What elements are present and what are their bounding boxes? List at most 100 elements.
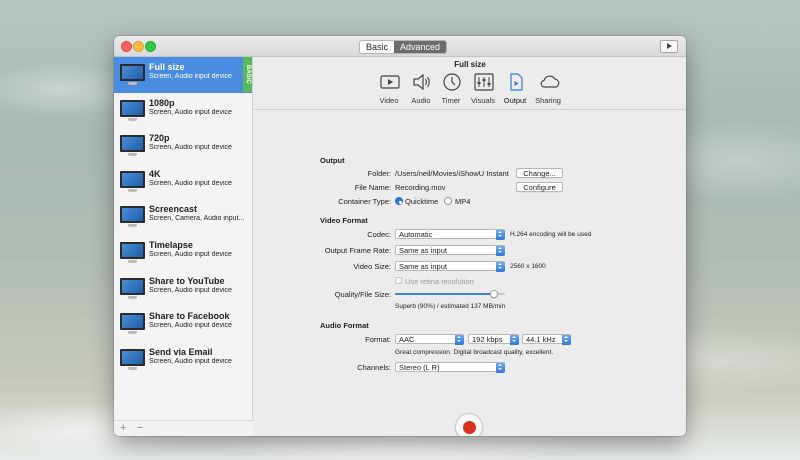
add-preset-button[interactable]: + bbox=[120, 422, 126, 434]
tab-visuals[interactable]: Visuals bbox=[466, 71, 500, 109]
remove-preset-button[interactable]: − bbox=[137, 422, 143, 434]
tab-timer[interactable]: Timer bbox=[434, 71, 468, 109]
monitor-icon bbox=[120, 99, 145, 121]
sliders-icon bbox=[474, 73, 494, 91]
preset-list: Full size Screen, Audio input device BASIC… bbox=[114, 57, 252, 377]
retina-label: Use retina resolution bbox=[405, 277, 474, 286]
preset-name: Screencast bbox=[149, 204, 198, 215]
frame-rate-label: Output Frame Rate: bbox=[324, 246, 391, 255]
zoom-button[interactable] bbox=[145, 41, 156, 52]
change-folder-button[interactable]: Change... bbox=[516, 168, 563, 178]
preset-description: Screen, Audio input device bbox=[149, 179, 232, 187]
audio-format-select[interactable]: AAC bbox=[395, 334, 464, 345]
preset-item[interactable]: Share to Facebook Screen, Audio input dev… bbox=[114, 306, 252, 342]
clock-icon bbox=[442, 73, 461, 91]
folder-label: Folder: bbox=[367, 169, 391, 178]
monitor-icon bbox=[120, 241, 145, 263]
quality-label: Quality/File Size: bbox=[334, 290, 391, 299]
preset-item[interactable]: Share to YouTube Screen, Audio input devi… bbox=[114, 271, 252, 307]
file-name-label: File Name: bbox=[354, 183, 391, 192]
preset-name: Send via Email bbox=[149, 346, 213, 357]
output-section-heading: Output bbox=[320, 156, 345, 165]
sample-rate-select[interactable]: 44.1 kHz bbox=[522, 334, 571, 345]
codec-select[interactable]: Automatic bbox=[395, 229, 505, 240]
monitor-icon bbox=[120, 348, 145, 370]
preset-name: Share to YouTube bbox=[149, 275, 225, 286]
quicktime-label: Quicktime bbox=[405, 197, 439, 206]
codec-label: Codec: bbox=[367, 230, 391, 239]
preset-description: Screen, Audio input device bbox=[149, 322, 232, 330]
title-bar: Basic Advanced bbox=[114, 36, 686, 57]
preset-title: Full size bbox=[454, 60, 486, 69]
chevron-updown-icon bbox=[495, 362, 505, 373]
video-size-select[interactable]: Same as input bbox=[395, 261, 505, 272]
video-size-value: Same as input bbox=[399, 262, 447, 271]
quality-slider[interactable] bbox=[395, 290, 505, 298]
preset-name: 720p bbox=[149, 133, 170, 144]
codec-note: H.264 encoding will be used bbox=[510, 231, 592, 238]
record-button[interactable] bbox=[455, 413, 483, 436]
chevron-updown-icon bbox=[495, 229, 505, 240]
monitor-icon bbox=[120, 206, 145, 228]
tab-sharing[interactable]: Sharing bbox=[531, 71, 565, 109]
preset-item[interactable]: 720p Screen, Audio input device bbox=[114, 128, 252, 164]
chevron-updown-icon bbox=[495, 261, 505, 272]
folder-path: /Users/neil/Movies/iShowU Instant bbox=[395, 169, 509, 178]
tab-audio-label: Audio bbox=[411, 96, 431, 105]
play-icon[interactable] bbox=[660, 40, 678, 53]
preset-name: Share to Facebook bbox=[149, 311, 230, 322]
preset-item[interactable]: 4K Screen, Audio input device bbox=[114, 164, 252, 200]
mode-segmented-control: Basic Advanced bbox=[359, 40, 448, 54]
preset-item[interactable]: Full size Screen, Audio input device BASIC bbox=[114, 57, 252, 93]
bitrate-value: 192 kbps bbox=[472, 335, 503, 344]
frame-rate-value: Same as input bbox=[399, 246, 447, 255]
close-button[interactable] bbox=[121, 41, 132, 52]
bitrate-select[interactable]: 192 kbps bbox=[468, 334, 519, 345]
quality-slider-fill bbox=[395, 293, 494, 295]
mp4-radio[interactable] bbox=[444, 197, 452, 205]
advanced-mode-tab[interactable]: Advanced bbox=[394, 41, 447, 53]
quality-slider-knob[interactable] bbox=[490, 290, 498, 298]
tab-video[interactable]: Video bbox=[372, 71, 406, 109]
preset-name: Timelapse bbox=[149, 239, 193, 250]
preset-item[interactable]: 1080p Screen, Audio input device bbox=[114, 93, 252, 129]
sidebar-footer: + − bbox=[114, 420, 253, 436]
tab-audio[interactable]: Audio bbox=[404, 71, 438, 109]
video-format-heading: Video Format bbox=[320, 216, 368, 225]
channels-select[interactable]: Stereo (L R) bbox=[395, 362, 505, 373]
preset-description: Screen, Audio input device bbox=[149, 250, 232, 258]
quicktime-radio[interactable] bbox=[395, 197, 403, 205]
container-type-label: Container Type: bbox=[338, 197, 391, 206]
preset-item[interactable]: Screencast Screen, Camera, Audio input... bbox=[114, 199, 252, 235]
chevron-updown-icon bbox=[495, 245, 505, 256]
preset-description: Screen, Camera, Audio input... bbox=[149, 215, 245, 223]
basic-mode-tab[interactable]: Basic bbox=[360, 41, 394, 53]
monitor-icon bbox=[120, 135, 145, 157]
quality-note: Superb (90%) / estimated 137 MB/min bbox=[395, 303, 506, 310]
preset-description: Screen, Audio input device bbox=[149, 108, 232, 116]
preset-description: Screen, Audio input device bbox=[149, 286, 232, 294]
channels-value: Stereo (L R) bbox=[399, 363, 440, 372]
tab-output[interactable]: Output bbox=[498, 71, 532, 109]
preset-name: 1080p bbox=[149, 97, 175, 108]
chevron-updown-icon bbox=[561, 334, 571, 345]
mp4-label: MP4 bbox=[455, 197, 471, 206]
frame-rate-select[interactable]: Same as input bbox=[395, 245, 505, 256]
minimize-button[interactable] bbox=[133, 41, 144, 52]
document-icon bbox=[506, 73, 524, 91]
video-size-note: 2560 x 1600 bbox=[510, 263, 546, 270]
retina-checkbox[interactable] bbox=[395, 277, 402, 284]
tab-output-label: Output bbox=[503, 96, 527, 105]
preset-item[interactable]: Send via Email Screen, Audio input device bbox=[114, 342, 252, 378]
tab-visuals-label: Visuals bbox=[470, 96, 496, 105]
monitor-icon bbox=[120, 277, 145, 299]
chevron-updown-icon bbox=[509, 334, 519, 345]
audio-format-note: Great compression. Digital broadcast qua… bbox=[395, 349, 554, 356]
settings-panel: Full size Video Audio Timer Visuals Outp… bbox=[254, 57, 686, 436]
preset-name: 4K bbox=[149, 168, 161, 179]
preset-sidebar: Full size Screen, Audio input device BASIC… bbox=[114, 57, 253, 436]
app-window: Basic Advanced Full size Screen, Audio in… bbox=[114, 36, 686, 436]
configure-button[interactable]: Configure bbox=[516, 182, 563, 192]
basic-badge: BASIC bbox=[243, 57, 252, 92]
preset-item[interactable]: Timelapse Screen, Audio input device bbox=[114, 235, 252, 271]
